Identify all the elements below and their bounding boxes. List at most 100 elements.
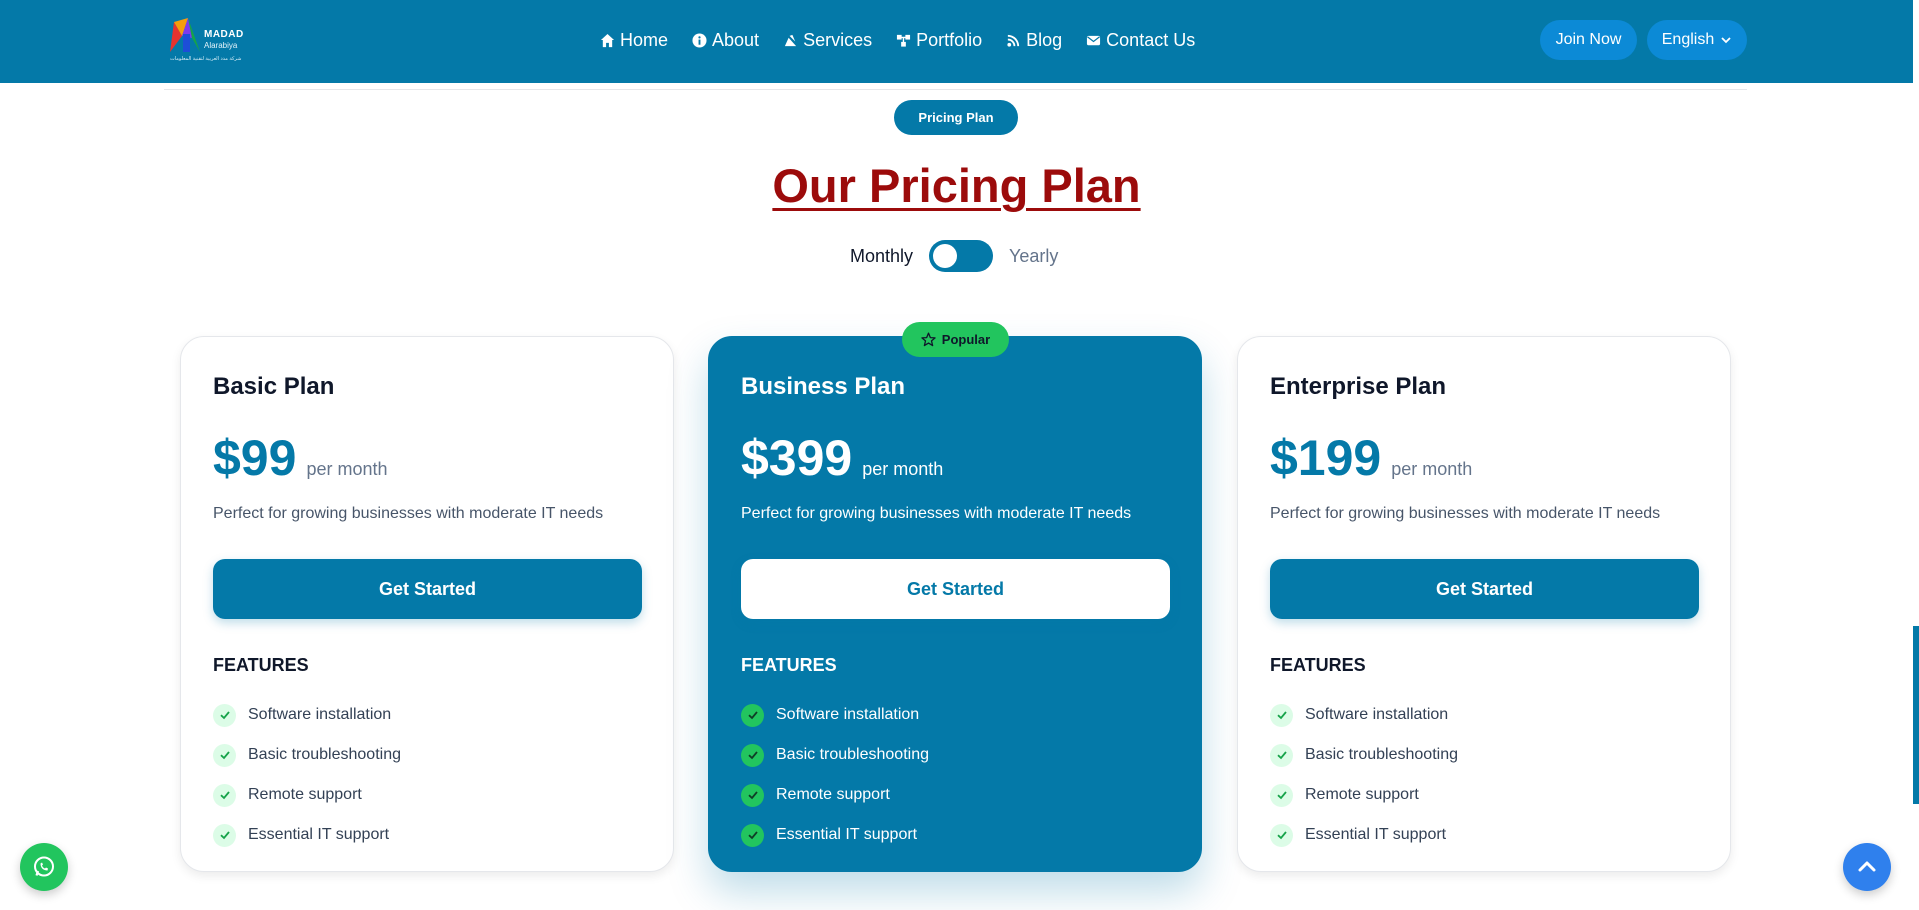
- toggle-label-yearly[interactable]: Yearly: [1009, 246, 1058, 267]
- chevron-down-icon: [1721, 37, 1731, 44]
- site-header: MADAD Alarabiya شركة مدد العربية لتقنية …: [0, 0, 1913, 83]
- nav-label: Contact Us: [1106, 30, 1196, 50]
- features-list: Software installation Basic troubleshoot…: [213, 695, 401, 855]
- features-list: Software installation Basic troubleshoot…: [1270, 695, 1458, 855]
- plan-name: Basic Plan: [213, 373, 335, 400]
- services-icon: [784, 34, 797, 47]
- logo-tagline: شركة مدد العربية لتقنية المعلومات: [170, 56, 242, 62]
- page-scrollbar-thumb[interactable]: [1913, 626, 1919, 804]
- pricing-card-basic: Basic Plan $99 per month Perfect for gro…: [180, 336, 674, 872]
- nav-label: Blog: [1026, 30, 1063, 50]
- feature-label: Software installation: [1305, 706, 1449, 723]
- feature-label: Basic troubleshooting: [1305, 746, 1458, 763]
- check-icon: [1270, 743, 1293, 767]
- features-list: Software installation Basic troubleshoot…: [741, 695, 929, 855]
- feature-item: Remote support: [741, 775, 929, 815]
- plan-price: $199: [1270, 430, 1382, 486]
- logo-mark-icon: [170, 18, 200, 52]
- feature-item: Basic troubleshooting: [213, 735, 401, 775]
- plan-price: $99: [213, 430, 297, 486]
- popular-label: Popular: [941, 332, 991, 347]
- billing-toggle-switch[interactable]: [929, 240, 994, 272]
- feature-label: Essential IT support: [1305, 826, 1447, 843]
- star-icon: [921, 332, 936, 347]
- features-title: FEATURES: [213, 655, 309, 675]
- feature-label: Remote support: [1305, 786, 1419, 803]
- feature-item: Essential IT support: [213, 815, 401, 855]
- check-icon: [213, 783, 236, 807]
- feature-item: Software installation: [1270, 695, 1458, 735]
- get-started-button[interactable]: Get Started: [213, 559, 642, 619]
- plan-description: Perfect for growing businesses with mode…: [741, 505, 1132, 522]
- nav-item-about[interactable]: About: [692, 30, 759, 51]
- check-icon: [1270, 783, 1293, 807]
- join-now-button[interactable]: Join Now: [1540, 20, 1637, 60]
- price-row: $199 per month: [1270, 429, 1472, 487]
- whatsapp-icon: [34, 856, 54, 877]
- nav-item-portfolio[interactable]: Portfolio: [896, 30, 982, 51]
- nav-label: Portfolio: [916, 30, 983, 50]
- nav-label: About: [712, 30, 760, 50]
- check-icon: [741, 823, 764, 847]
- check-icon: [741, 743, 764, 767]
- feature-item: Remote support: [213, 775, 401, 815]
- nav-label: Home: [620, 30, 669, 50]
- feature-label: Software installation: [776, 706, 920, 723]
- check-icon: [1270, 823, 1293, 847]
- feature-item: Basic troubleshooting: [741, 735, 929, 775]
- chevron-up-icon: [1858, 861, 1876, 872]
- nav-item-blog[interactable]: Blog: [1006, 30, 1062, 51]
- check-icon: [213, 703, 236, 727]
- home-icon: [600, 33, 615, 48]
- blog-icon: [1007, 34, 1020, 47]
- main-nav: Home About Services Portfolio Blog Conta…: [600, 30, 1195, 51]
- pricing-card-business: Business Plan $399 per month Perfect for…: [708, 336, 1202, 872]
- plan-description: Perfect for growing businesses with mode…: [213, 505, 604, 522]
- plan-period: per month: [306, 459, 388, 479]
- get-started-button[interactable]: Get Started: [1270, 559, 1699, 619]
- features-title: FEATURES: [741, 655, 837, 675]
- feature-item: Essential IT support: [1270, 815, 1458, 855]
- logo-subname: Alarabiya: [204, 41, 238, 50]
- section-title: Our Pricing Plan: [772, 159, 1141, 212]
- info-icon: [692, 33, 707, 48]
- feature-label: Remote support: [248, 786, 362, 803]
- nav-item-home[interactable]: Home: [600, 30, 668, 51]
- plan-period: per month: [862, 459, 944, 479]
- feature-label: Essential IT support: [776, 826, 918, 843]
- scroll-to-top-button[interactable]: [1843, 843, 1891, 891]
- section-divider: [164, 89, 1747, 90]
- check-icon: [213, 743, 236, 767]
- feature-label: Basic troubleshooting: [776, 746, 929, 763]
- popular-badge: Popular: [902, 322, 1009, 357]
- check-icon: [213, 823, 236, 847]
- billing-toggle-group: Monthly Yearly: [850, 240, 1058, 272]
- features-title: FEATURES: [1270, 655, 1366, 675]
- check-icon: [741, 703, 764, 727]
- plan-name: Enterprise Plan: [1270, 373, 1447, 400]
- check-icon: [1270, 703, 1293, 727]
- feature-item: Essential IT support: [741, 815, 929, 855]
- pricing-card-enterprise: Enterprise Plan $199 per month Perfect f…: [1237, 336, 1731, 872]
- feature-item: Basic troubleshooting: [1270, 735, 1458, 775]
- portfolio-icon: [897, 34, 911, 47]
- whatsapp-button[interactable]: [20, 843, 68, 891]
- get-started-button[interactable]: Get Started: [741, 559, 1170, 619]
- plan-period: per month: [1391, 459, 1473, 479]
- nav-item-contact[interactable]: Contact Us: [1086, 30, 1195, 51]
- logo-name: MADAD: [204, 29, 244, 40]
- feature-item: Software installation: [213, 695, 401, 735]
- feature-item: Remote support: [1270, 775, 1458, 815]
- language-selector[interactable]: English: [1647, 20, 1747, 60]
- language-label: English: [1661, 31, 1715, 48]
- nav-item-services[interactable]: Services: [783, 30, 872, 51]
- plan-description: Perfect for growing businesses with mode…: [1270, 505, 1661, 522]
- feature-label: Basic troubleshooting: [248, 746, 401, 763]
- feature-label: Software installation: [248, 706, 392, 723]
- site-logo[interactable]: MADAD Alarabiya شركة مدد العربية لتقنية …: [170, 18, 252, 68]
- feature-item: Software installation: [741, 695, 929, 735]
- toggle-label-monthly[interactable]: Monthly: [850, 246, 913, 267]
- feature-label: Remote support: [776, 786, 890, 803]
- price-row: $99 per month: [213, 429, 387, 487]
- envelope-icon: [1087, 35, 1101, 46]
